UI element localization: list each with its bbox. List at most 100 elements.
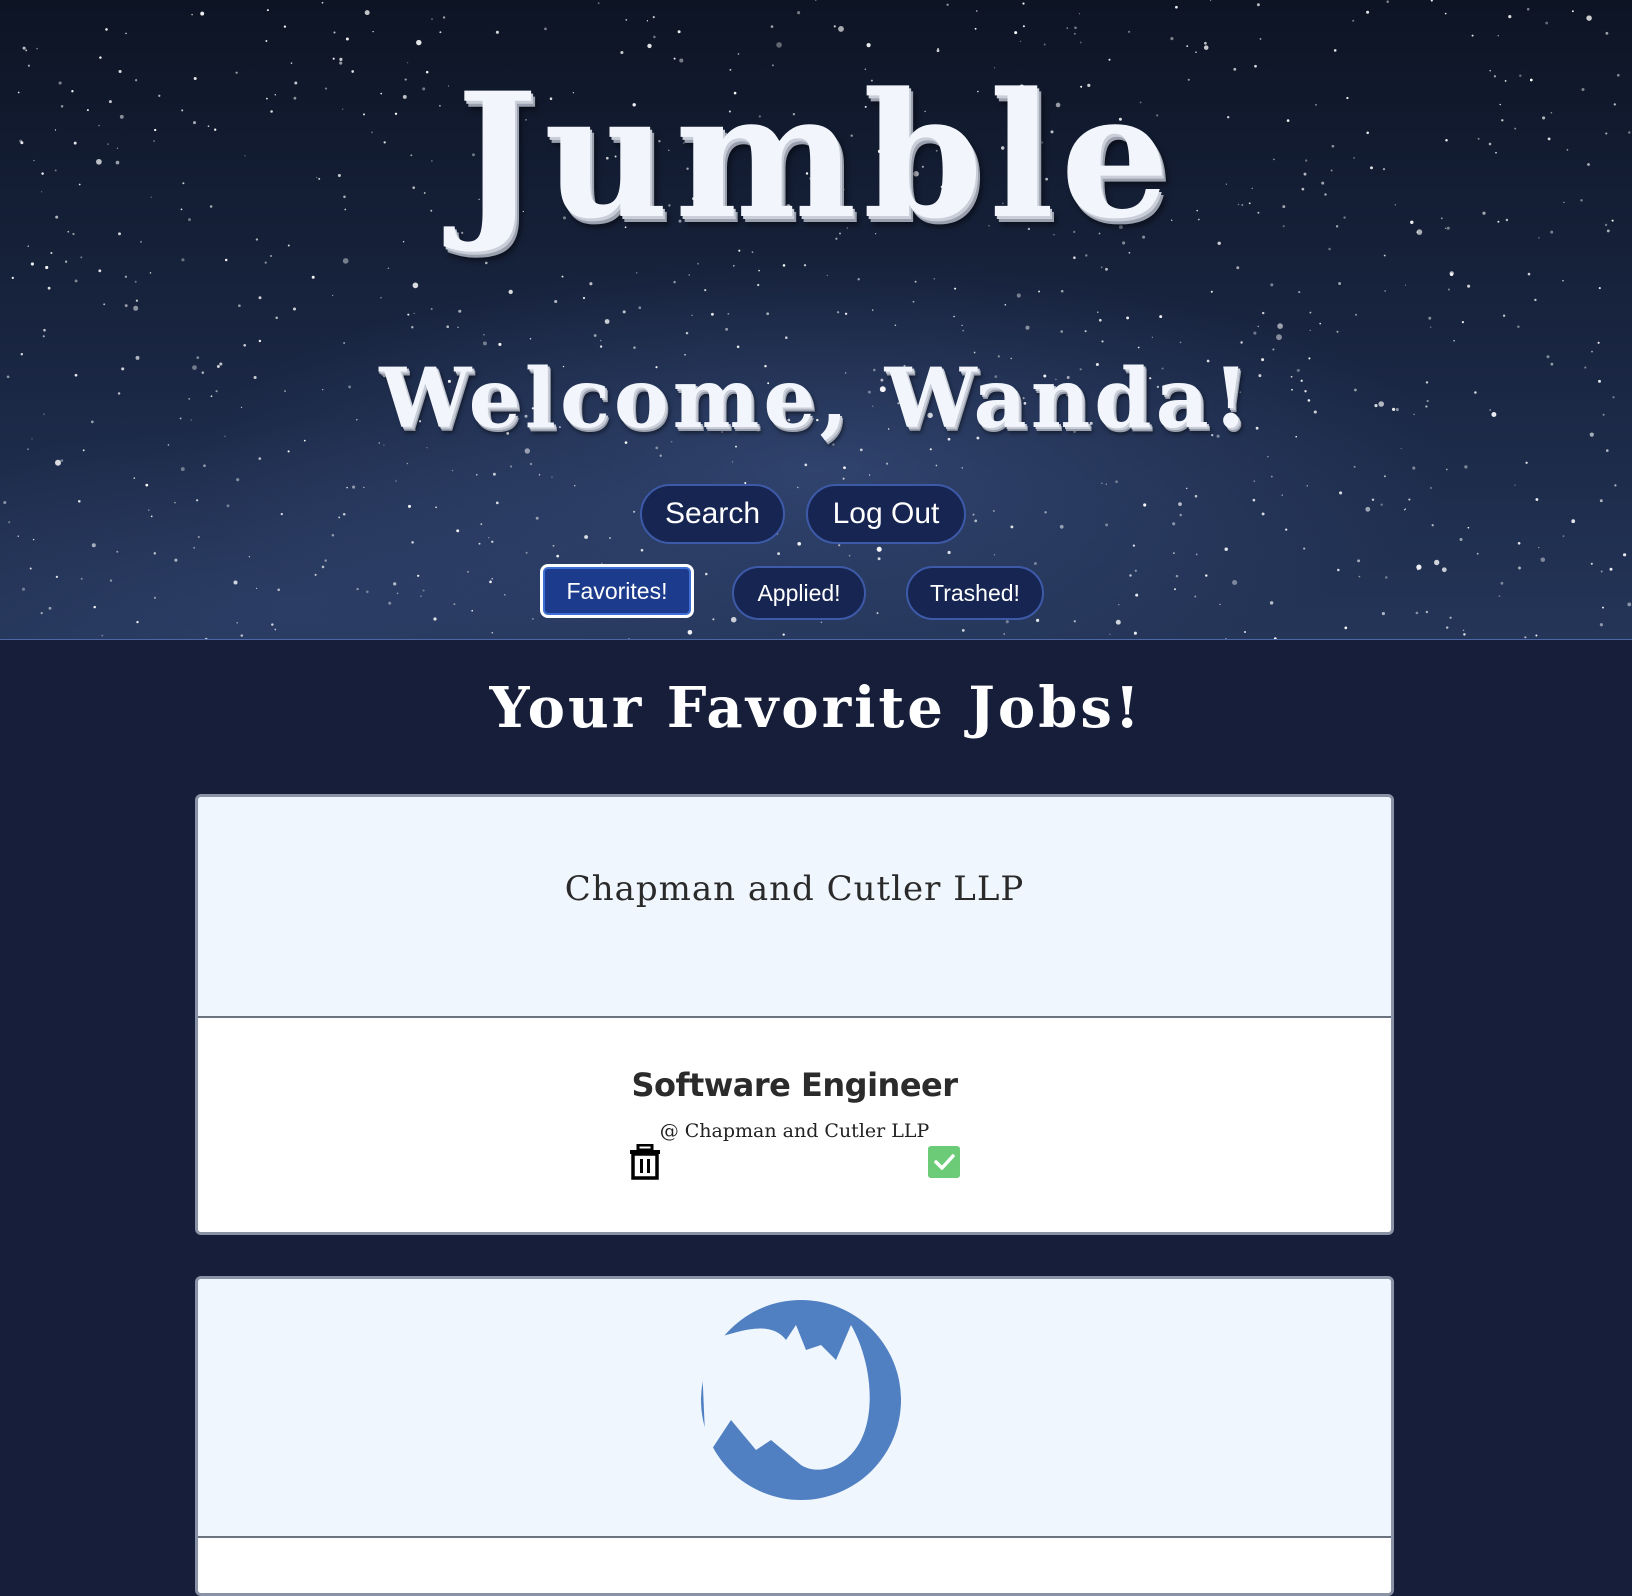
- star: [1254, 64, 1257, 68]
- star: [1303, 547, 1306, 550]
- star: [732, 264, 735, 267]
- star: [646, 20, 649, 22]
- star: [280, 512, 283, 516]
- tab-trashed[interactable]: Trashed!: [906, 566, 1044, 620]
- star: [1383, 475, 1386, 478]
- star: [838, 25, 844, 32]
- star: [290, 62, 293, 64]
- star: [480, 523, 483, 525]
- star: [32, 538, 35, 541]
- star: [510, 465, 513, 468]
- star: [456, 529, 460, 533]
- star: [961, 324, 963, 327]
- star: [529, 462, 533, 466]
- star: [1240, 341, 1243, 344]
- search-button[interactable]: Search: [640, 484, 785, 544]
- star: [1022, 25, 1025, 28]
- star: [1109, 633, 1111, 635]
- star: [844, 312, 848, 315]
- trash-icon[interactable]: [628, 1143, 662, 1180]
- star: [333, 31, 336, 34]
- star: [1073, 620, 1076, 623]
- star: [197, 535, 200, 539]
- star: [1590, 562, 1593, 565]
- star: [976, 10, 978, 12]
- star: [804, 463, 808, 467]
- star: [1127, 30, 1131, 33]
- star: [1591, 350, 1593, 353]
- tab-favorites[interactable]: Favorites!: [540, 564, 694, 618]
- star: [1599, 623, 1603, 627]
- star: [1014, 31, 1018, 35]
- star: [180, 467, 185, 472]
- star: [859, 448, 863, 452]
- star: [55, 459, 61, 466]
- star: [133, 305, 139, 311]
- star: [134, 280, 137, 283]
- star: [1151, 336, 1154, 338]
- star: [356, 587, 359, 591]
- star: [777, 552, 781, 556]
- check-icon[interactable]: [928, 1146, 960, 1178]
- star: [174, 502, 176, 504]
- star: [1339, 491, 1343, 495]
- star: [489, 580, 492, 584]
- star: [947, 550, 951, 555]
- star: [145, 483, 149, 487]
- star: [439, 31, 442, 34]
- tab-applied[interactable]: Applied!: [732, 566, 866, 620]
- star: [331, 294, 334, 297]
- star: [1517, 325, 1520, 328]
- star: [1134, 569, 1137, 572]
- star: [826, 274, 828, 277]
- star: [22, 46, 26, 50]
- star: [101, 634, 104, 637]
- star: [149, 272, 152, 274]
- star: [1383, 254, 1386, 257]
- star: [1186, 45, 1189, 47]
- star: [1060, 330, 1063, 333]
- star: [435, 506, 437, 509]
- star: [1467, 284, 1471, 288]
- star: [1105, 523, 1109, 527]
- star: [712, 618, 715, 621]
- star: [287, 244, 290, 247]
- star: [135, 299, 139, 302]
- star: [525, 551, 528, 554]
- star: [1309, 329, 1311, 332]
- star: [582, 296, 586, 300]
- star: [993, 554, 996, 556]
- star: [74, 279, 78, 283]
- star: [1602, 606, 1604, 609]
- star: [1194, 595, 1197, 598]
- star: [1609, 567, 1613, 571]
- star: [1461, 321, 1464, 324]
- star: [1337, 568, 1340, 572]
- star: [446, 325, 450, 329]
- star: [1353, 465, 1356, 468]
- star: [1078, 13, 1081, 15]
- star: [1444, 12, 1447, 15]
- star: [954, 287, 957, 290]
- logout-button[interactable]: Log Out: [806, 484, 966, 544]
- star: [484, 261, 488, 265]
- star: [640, 548, 644, 552]
- star: [1400, 447, 1402, 450]
- star: [1336, 330, 1339, 333]
- star: [504, 594, 506, 596]
- star: [551, 476, 553, 478]
- star: [589, 282, 593, 286]
- star: [1209, 0, 1212, 2]
- star: [274, 628, 277, 631]
- card-header: [198, 1279, 1391, 1538]
- star: [776, 42, 782, 48]
- star: [628, 638, 630, 639]
- star: [1366, 10, 1370, 14]
- star: [1224, 638, 1227, 639]
- star: [3, 500, 7, 505]
- star: [593, 334, 597, 337]
- star: [1129, 574, 1132, 577]
- star: [82, 449, 85, 452]
- star: [836, 311, 840, 314]
- star: [1598, 287, 1601, 290]
